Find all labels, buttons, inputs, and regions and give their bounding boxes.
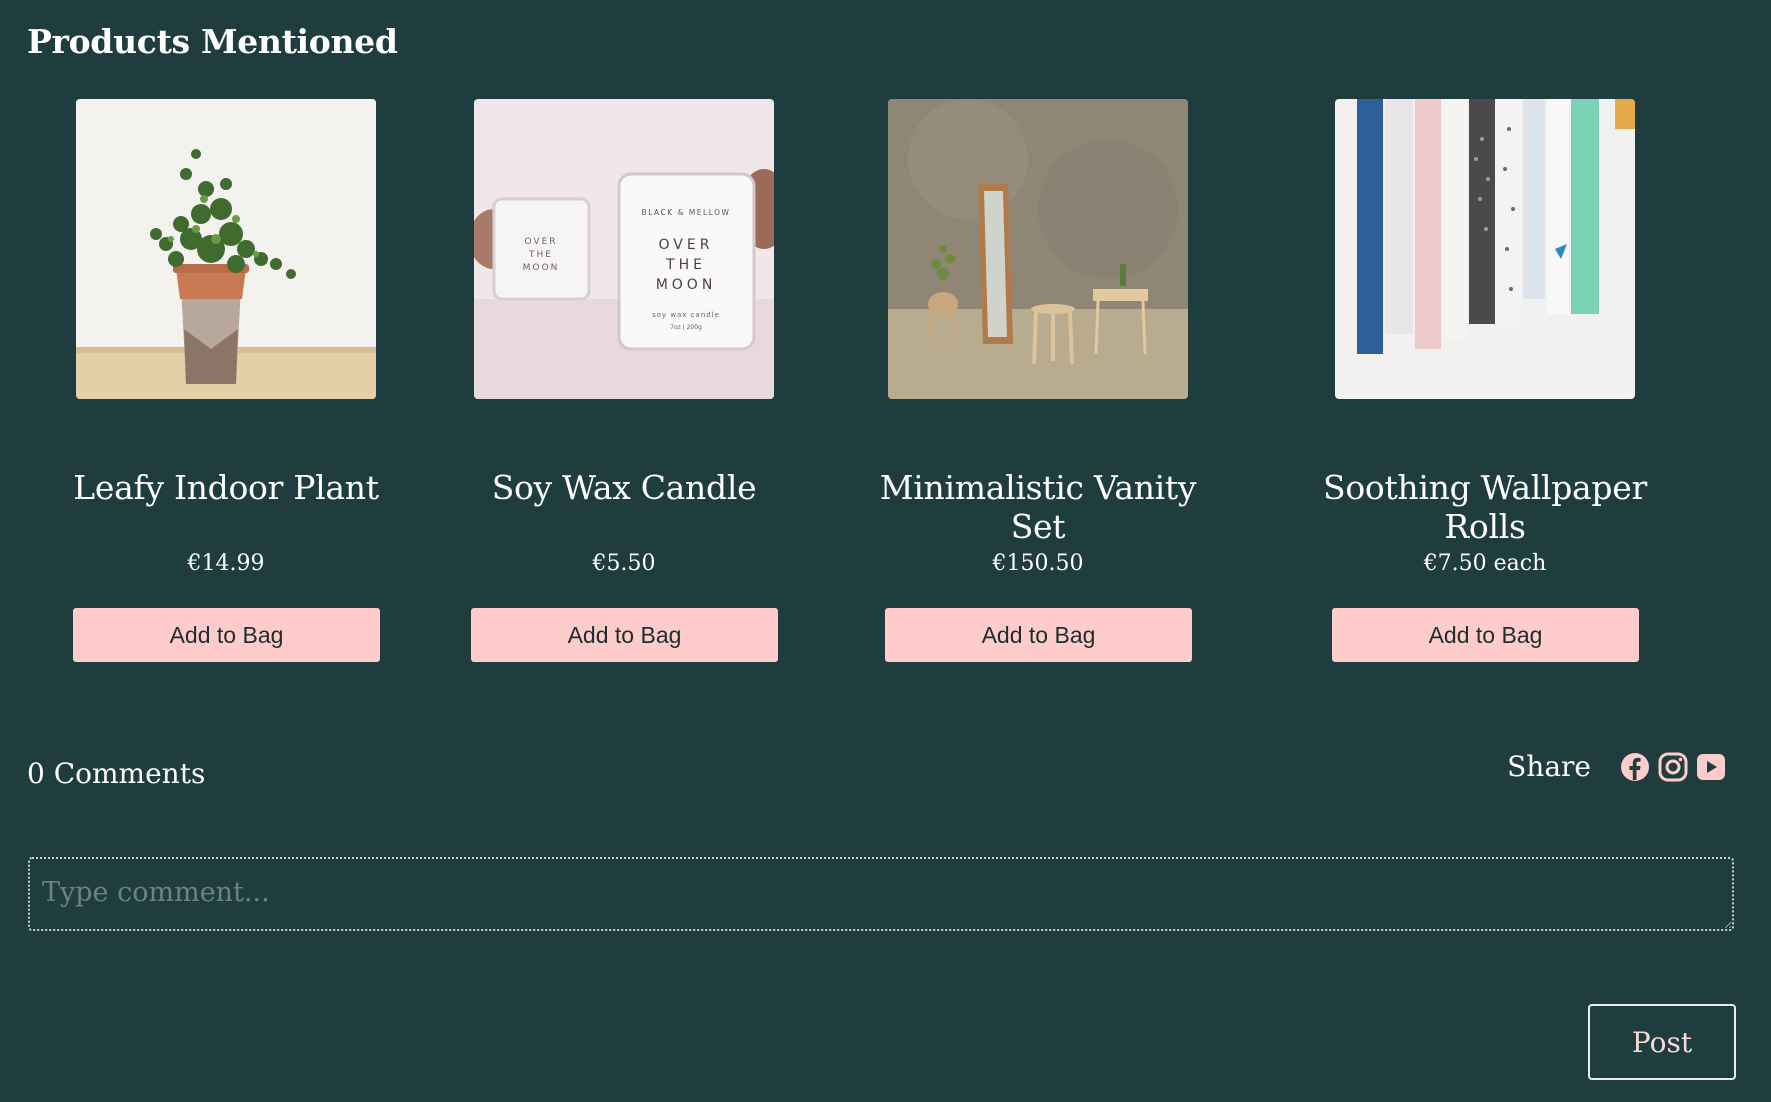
- add-to-bag-button[interactable]: Add to Bag: [471, 608, 778, 662]
- candle-brand: BLACK & MELLOW: [642, 208, 731, 217]
- candle-subtitle: soy wax candle: [652, 311, 720, 319]
- candle-small-line1: OVER: [524, 237, 557, 247]
- product-card-leafy-indoor-plant: Leafy Indoor Plant €14.99 Add to Bag: [36, 0, 416, 700]
- product-price: €5.50: [592, 551, 656, 576]
- add-to-bag-button[interactable]: Add to Bag: [73, 608, 380, 662]
- comments-count: 0 Comments: [27, 757, 206, 790]
- product-price: €14.99: [187, 551, 265, 576]
- product-price: €150.50: [992, 551, 1084, 576]
- product-name[interactable]: Leafy Indoor Plant: [36, 468, 416, 507]
- instagram-icon[interactable]: [1657, 751, 1689, 783]
- candle-small-line3: MOON: [523, 263, 560, 273]
- product-name[interactable]: Soothing Wallpaper Rolls: [1295, 468, 1675, 546]
- product-card-soy-wax-candle: OVER THE MOON BLACK & MELLOW OVER THE MO…: [434, 0, 814, 700]
- product-image-plant[interactable]: [76, 99, 376, 399]
- product-price: €7.50 each: [1423, 551, 1547, 576]
- add-to-bag-button[interactable]: Add to Bag: [885, 608, 1192, 662]
- share-bar: Share: [1507, 750, 1727, 783]
- product-name[interactable]: Soy Wax Candle: [434, 468, 814, 507]
- post-button[interactable]: Post: [1588, 1004, 1736, 1080]
- candle-small-line2: THE: [528, 250, 553, 260]
- product-image-candle[interactable]: OVER THE MOON BLACK & MELLOW OVER THE MO…: [474, 99, 774, 399]
- add-to-bag-button[interactable]: Add to Bag: [1332, 608, 1639, 662]
- product-name[interactable]: Minimalistic Vanity Set: [848, 468, 1228, 546]
- product-image-wallpaper[interactable]: [1335, 99, 1635, 399]
- facebook-icon[interactable]: [1619, 751, 1651, 783]
- candle-line3: MOON: [656, 277, 717, 293]
- share-label: Share: [1507, 750, 1591, 783]
- candle-line1: OVER: [659, 237, 714, 253]
- youtube-icon[interactable]: [1695, 751, 1727, 783]
- candle-line2: THE: [665, 257, 706, 273]
- product-card-soothing-wallpaper-rolls: Soothing Wallpaper Rolls €7.50 each Add …: [1295, 0, 1675, 700]
- product-card-minimalistic-vanity-set: Minimalistic Vanity Set €150.50 Add to B…: [848, 0, 1228, 700]
- comment-input[interactable]: [28, 857, 1734, 931]
- product-image-vanity[interactable]: [888, 99, 1188, 399]
- candle-weight: 7oz | 200g: [670, 324, 702, 331]
